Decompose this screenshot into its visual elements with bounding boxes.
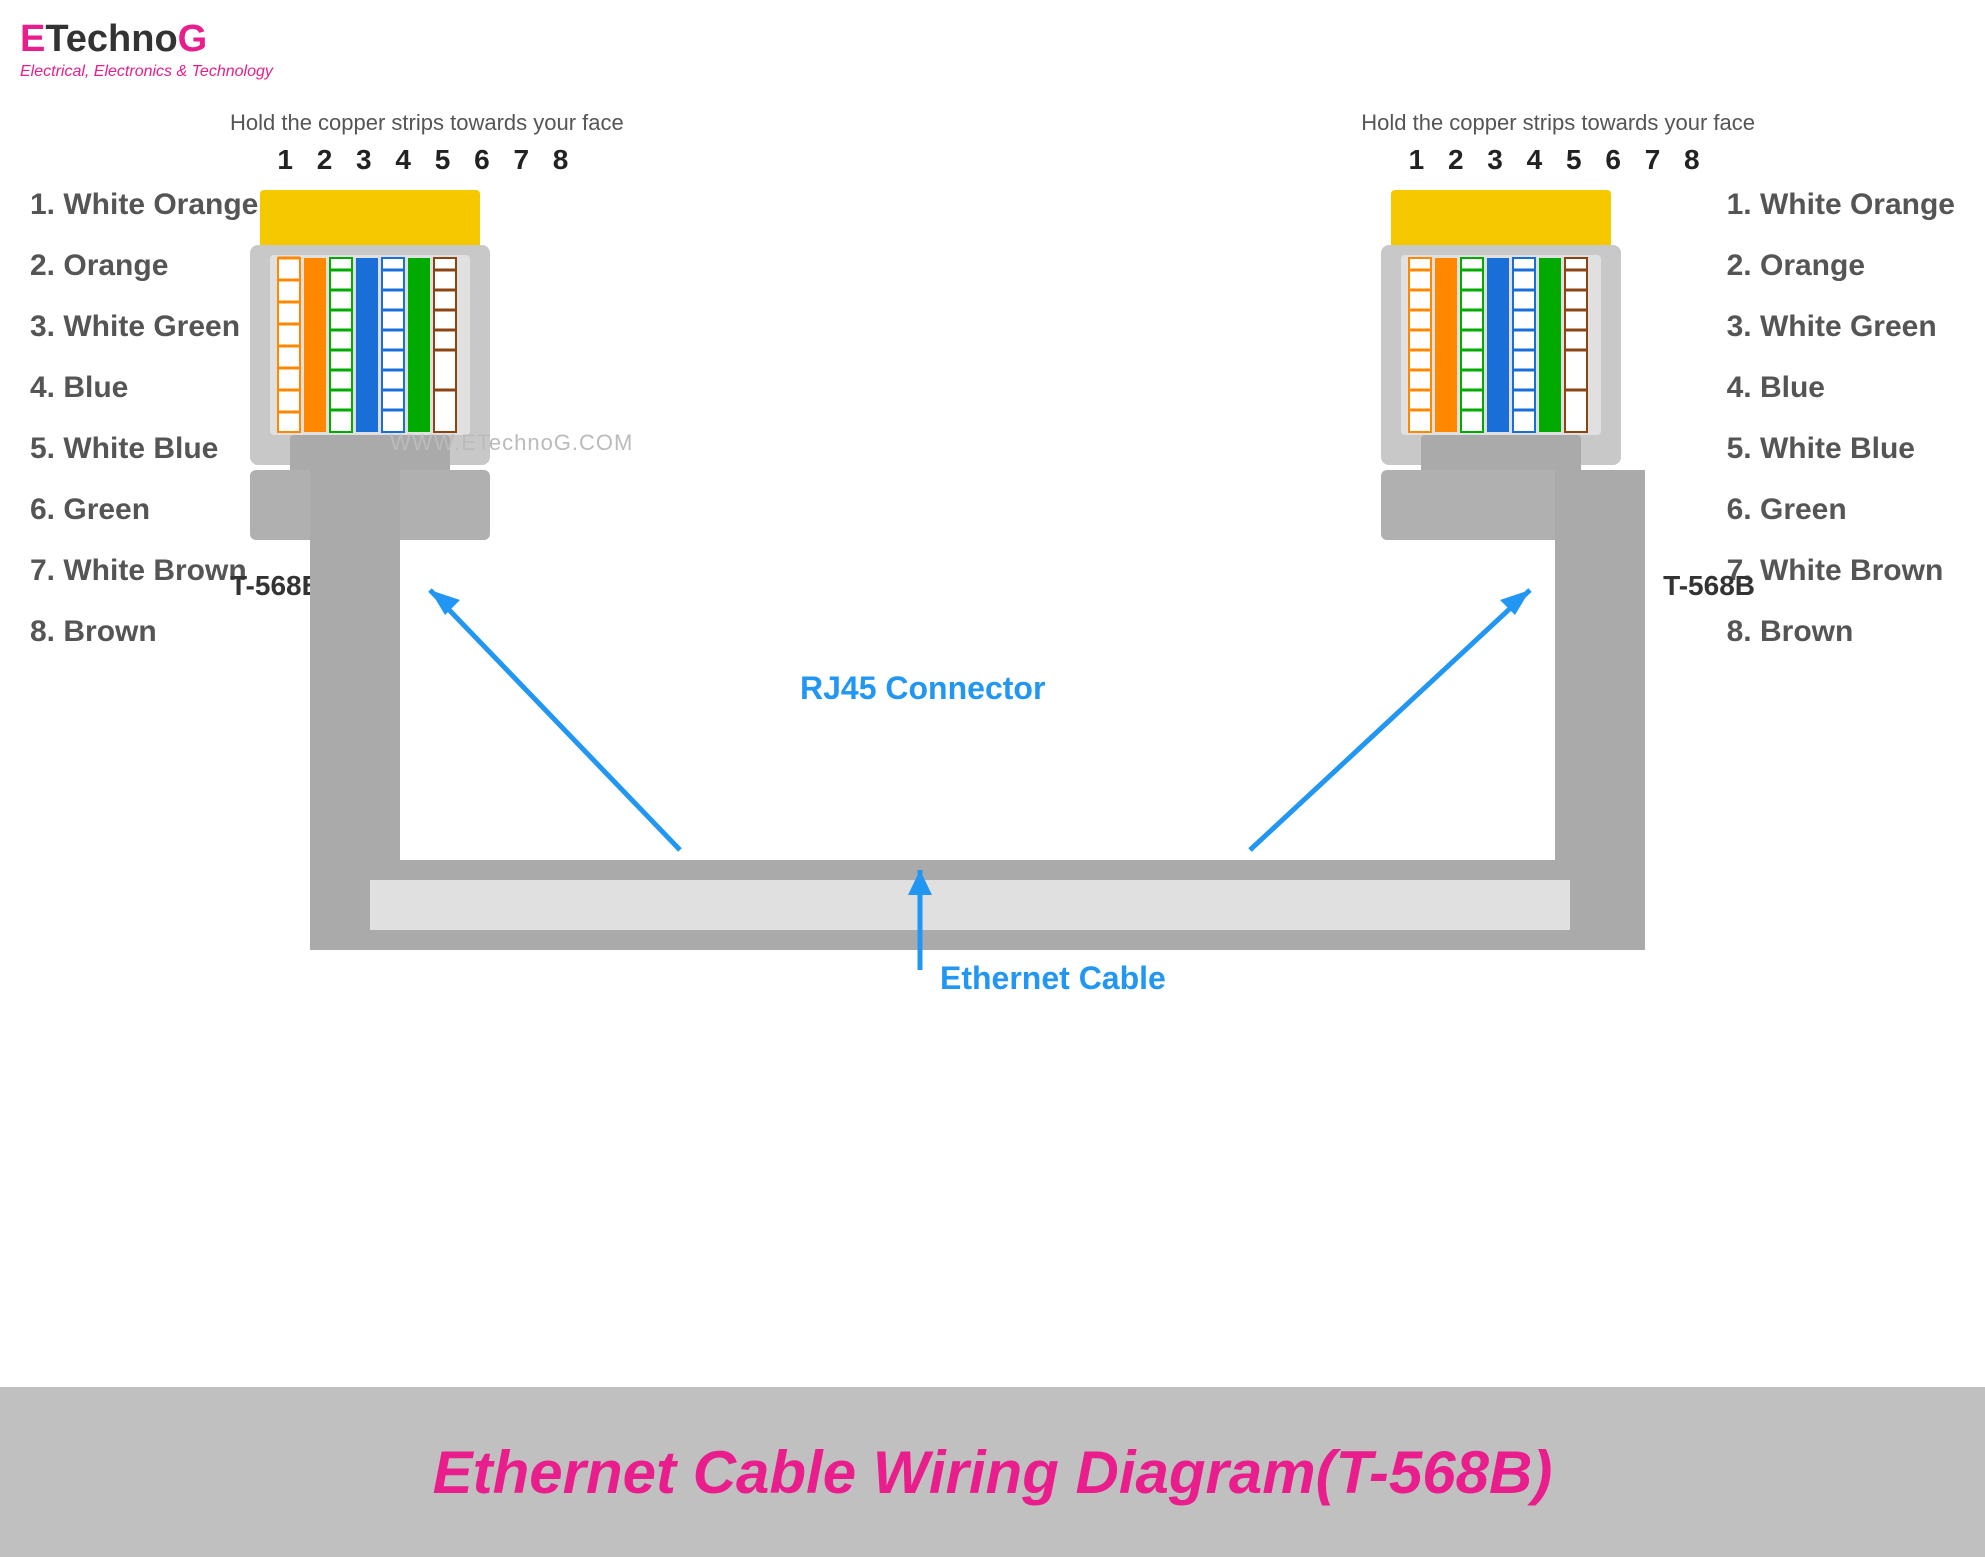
rj45-label: RJ45 Connector [800,670,1045,707]
right-connector-area: Hold the copper strips towards your face… [1361,110,1755,555]
right-wire-2: 2. Orange [1727,246,1955,285]
right-instruction: Hold the copper strips towards your face [1361,110,1755,136]
left-connector-area: Hold the copper strips towards your face… [230,110,624,555]
logo-e: E [20,18,45,60]
wire-labels-right: 1. White Orange 2. Orange 3. White Green… [1727,185,1955,673]
left-wire-5: 5. White Blue [30,429,258,468]
left-wire-3: 3. White Green [30,307,258,346]
left-wire-2: 2. Orange [30,246,258,285]
right-pin-numbers: 1 2 3 4 5 6 7 8 [1361,144,1755,176]
right-wire-3: 3. White Green [1727,307,1955,346]
left-wire-4: 4. Blue [30,368,258,407]
right-wire-4: 4. Blue [1727,368,1955,407]
left-wire-7: 7. White Brown [30,551,258,590]
logo-text: ETechnoG [20,18,273,61]
left-wire-6: 6. Green [30,490,258,529]
logo-tagline: Electrical, Electronics & Technology [20,63,273,81]
logo-area: ETechnoG Electrical, Electronics & Techn… [20,18,273,81]
right-wire-1: 1. White Orange [1727,185,1955,224]
right-connector-svg [1361,180,1641,550]
left-wire-8: 8. Brown [30,612,258,651]
bottom-title: Ethernet Cable Wiring Diagram(T-568B) [433,1438,1553,1507]
left-wire-1: 1. White Orange [30,185,258,224]
left-connector-svg [230,180,510,550]
left-instruction: Hold the copper strips towards your face [230,110,624,136]
left-t568b-label: T-568B [230,570,322,602]
wire-labels-left: 1. White Orange 2. Orange 3. White Green… [30,185,258,673]
logo-g: G [178,18,208,60]
ethernet-cable-label: Ethernet Cable [940,960,1166,997]
logo-techno: Techno [45,18,177,60]
right-wire-7: 7. White Brown [1727,551,1955,590]
watermark: WWW.ETechnoG.COM [390,430,633,456]
bottom-banner: Ethernet Cable Wiring Diagram(T-568B) [0,1387,1985,1557]
right-wire-6: 6. Green [1727,490,1955,529]
page: ETechnoG Electrical, Electronics & Techn… [0,0,1985,1557]
left-pin-numbers: 1 2 3 4 5 6 7 8 [230,144,624,176]
right-t568b-label: T-568B [1663,570,1755,602]
right-wire-5: 5. White Blue [1727,429,1955,468]
right-wire-8: 8. Brown [1727,612,1955,651]
